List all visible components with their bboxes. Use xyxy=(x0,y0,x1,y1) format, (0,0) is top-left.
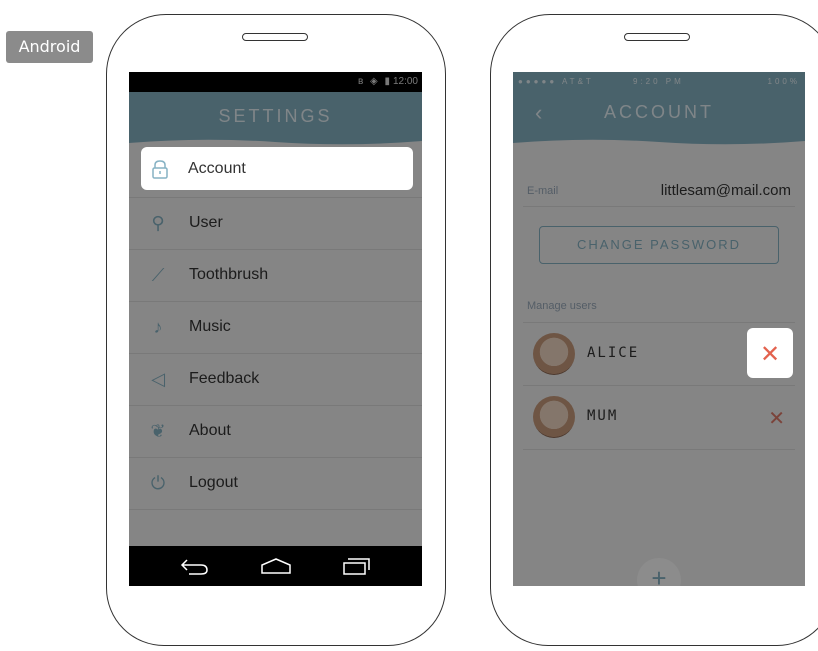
menu-label: About xyxy=(189,422,231,439)
close-icon: ✕ xyxy=(760,341,781,368)
email-row: E-mail littlesam@mail.com xyxy=(523,176,795,207)
speaker-grill xyxy=(242,33,308,41)
status-bar: ʙ ◈ ▮ 12:00 xyxy=(129,72,422,92)
user-row-mum[interactable]: MUM ✕ xyxy=(523,386,795,450)
menu-item-user[interactable]: ⚲ User xyxy=(129,198,422,250)
menu-label: Toothbrush xyxy=(189,266,269,283)
settings-header: SETTINGS xyxy=(129,92,422,147)
add-user-button[interactable]: + xyxy=(637,558,681,586)
recent-apps-icon[interactable] xyxy=(341,556,371,576)
email-label: E-mail xyxy=(527,185,559,197)
music-note-icon: ♪ xyxy=(153,317,163,337)
email-value[interactable]: littlesam@mail.com xyxy=(661,182,791,199)
account-header: ●●●●● AT&T 9:20 PM 100% ‹ ACCOUNT xyxy=(513,72,805,147)
status-icons: ʙ ◈ ▮ xyxy=(357,76,392,87)
menu-label: User xyxy=(189,214,223,231)
delete-user-icon[interactable]: ✕ xyxy=(768,406,785,431)
status-time: 12:00 xyxy=(392,76,418,87)
toothbrush-icon: ⟋ xyxy=(151,265,165,285)
paper-plane-icon: ◁ xyxy=(151,369,165,389)
avatar xyxy=(533,396,575,438)
highlighted-delete-button[interactable]: ✕ xyxy=(747,328,793,378)
page-title: SETTINGS xyxy=(218,106,333,126)
user-name: MUM xyxy=(587,408,619,424)
android-nav-bar xyxy=(129,546,422,586)
menu-label: Logout xyxy=(189,474,238,491)
status-time: 9:20 PM xyxy=(633,77,684,86)
battery-level: 100% xyxy=(767,77,800,86)
menu-label: Feedback xyxy=(189,370,260,387)
manage-users-label: Manage users xyxy=(527,300,597,312)
speaker-grill xyxy=(624,33,690,41)
menu-item-music[interactable]: ♪ Music xyxy=(129,302,422,354)
menu-item-toothbrush[interactable]: ⟋ Toothbrush xyxy=(129,250,422,302)
menu-item-logout[interactable]: ⏻ Logout xyxy=(129,458,422,510)
menu-label: Account xyxy=(188,160,246,177)
menu-label: Music xyxy=(189,318,231,335)
status-bar: ●●●●● AT&T 9:20 PM 100% xyxy=(513,77,805,91)
avatar xyxy=(533,333,575,375)
leaf-icon: ❦ xyxy=(150,421,166,441)
settings-menu: 🔒︎ Account ⚲ User ⟋ Toothbrush ♪ Music ◁… xyxy=(129,146,422,510)
menu-item-feedback[interactable]: ◁ Feedback xyxy=(129,354,422,406)
carrier: ●●●●● AT&T xyxy=(518,77,594,86)
back-icon[interactable] xyxy=(179,556,209,576)
user-icon: ⚲ xyxy=(151,213,165,233)
lock-icon xyxy=(152,160,168,179)
highlighted-account-item[interactable]: Account xyxy=(141,147,413,190)
header-wave xyxy=(513,139,805,147)
power-icon: ⏻ xyxy=(150,473,166,493)
platform-badge: Android xyxy=(6,31,93,63)
home-icon[interactable] xyxy=(260,556,292,576)
page-title: ACCOUNT xyxy=(604,102,714,122)
user-name: ALICE xyxy=(587,345,640,361)
menu-item-about[interactable]: ❦ About xyxy=(129,406,422,458)
change-password-button[interactable]: CHANGE PASSWORD xyxy=(539,226,779,264)
